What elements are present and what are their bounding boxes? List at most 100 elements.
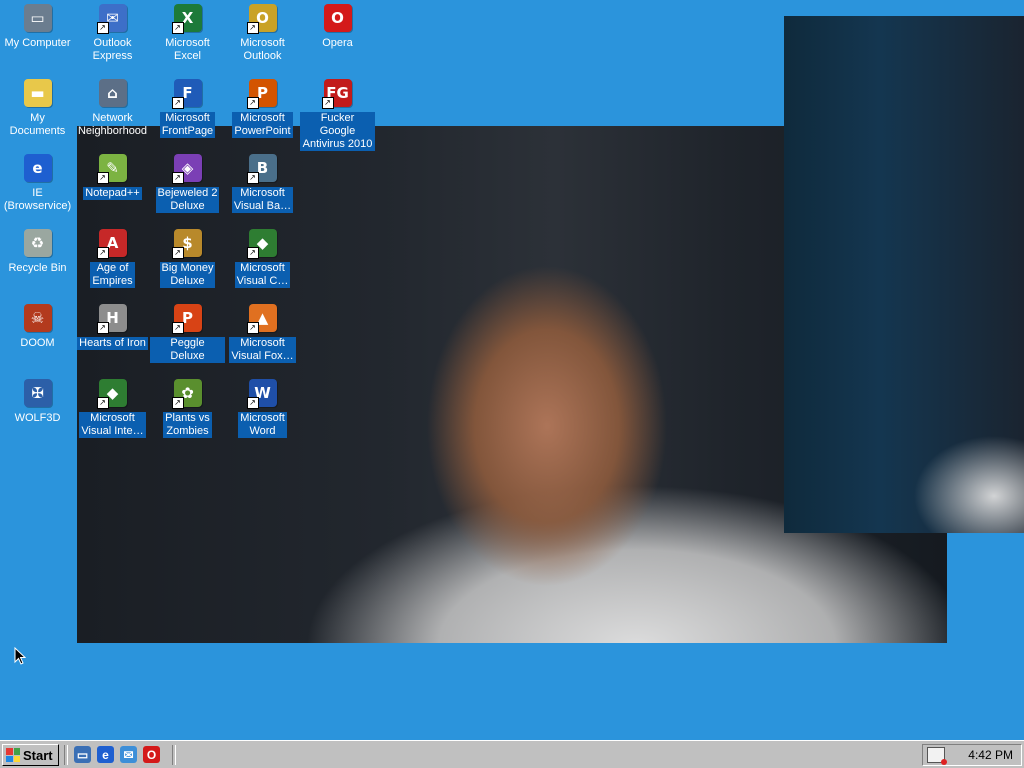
plants-vs-zombies-icon: ✿ ↗ (171, 377, 204, 409)
quick-launch-bar: ▭ e ✉ O (74, 746, 160, 763)
outlook-express-icon[interactable]: ✉ (120, 746, 137, 763)
desktop-icon[interactable]: O Opera (300, 0, 375, 72)
shortcut-arrow-icon: ↗ (96, 397, 109, 409)
desktop-icon-label: Network Neighborhood (77, 112, 148, 137)
recycle-bin-icon-glyph: ♻ (23, 229, 52, 257)
desktop-icon[interactable]: B ↗ Microsoft Visual Ba… (225, 150, 300, 222)
desktop-icon[interactable]: ▬ My Documents (0, 75, 75, 147)
age-of-empires-icon: A ↗ (96, 227, 129, 259)
desktop-icon[interactable]: H ↗ Hearts of Iron (75, 300, 150, 372)
opera-icon: O (322, 2, 354, 34)
peggle-icon: P ↗ (171, 302, 204, 334)
clock[interactable]: 4:42 PM (968, 748, 1013, 762)
excel-icon: X ↗ (171, 2, 204, 34)
ie-icon: e (22, 152, 54, 184)
folder-icon-glyph: ▬ (23, 79, 52, 107)
powerpoint-icon: P ↗ (246, 77, 279, 109)
taskbar-separator (64, 745, 68, 765)
shortcut-arrow-icon: ↗ (171, 322, 184, 334)
shortcut-arrow-icon: ↗ (96, 247, 109, 259)
desktop-icon[interactable]: FG ↗ Fucker Google Antivirus 2010 (300, 75, 375, 151)
shortcut-arrow-icon: ↗ (96, 172, 109, 184)
desktop-icon-label: IE (Browservice) (3, 187, 72, 212)
desktop-icon[interactable]: ▭ My Computer (0, 0, 75, 72)
shortcut-arrow-icon: ↗ (96, 22, 109, 34)
computer-icon-glyph: ▭ (23, 4, 52, 32)
desktop-icon[interactable]: P ↗ Peggle Deluxe (150, 300, 225, 372)
desktop-icon[interactable]: e IE (Browservice) (0, 150, 75, 222)
desktop-icon-label: Bejeweled 2 Deluxe (155, 187, 220, 213)
desktop-icon-label: Opera (322, 37, 353, 49)
desktop-icon-label: WOLF3D (14, 412, 61, 424)
desktop-icon-label: Age of Empires (90, 262, 135, 288)
desktop[interactable]: ▭ My Computer ▬ My Documents e IE (Browservic… (0, 0, 1024, 740)
desktop-icon[interactable]: ◈ ↗ Bejeweled 2 Deluxe (150, 150, 225, 222)
visual-basic-icon: B ↗ (246, 152, 279, 184)
shortcut-arrow-icon: ↗ (246, 397, 259, 409)
wolf3d-icon-glyph: ✠ (23, 379, 52, 407)
visual-interdev-icon: ◆ ↗ (96, 377, 129, 409)
desktop-icon[interactable]: W ↗ Microsoft Word (225, 375, 300, 447)
shortcut-arrow-icon: ↗ (171, 22, 184, 34)
visual-cpp-icon: ◆ ↗ (246, 227, 279, 259)
shortcut-arrow-icon: ↗ (246, 22, 259, 34)
visual-foxpro-icon: ▲ ↗ (246, 302, 279, 334)
show-desktop-icon[interactable]: ▭ (74, 746, 91, 763)
opera-icon[interactable]: O (143, 746, 160, 763)
outlook-express-icon: ✉ ↗ (96, 2, 129, 34)
desktop-icon[interactable]: ☠ DOOM (0, 300, 75, 372)
start-label: Start (23, 747, 53, 763)
start-button[interactable]: Start (2, 744, 59, 766)
bejeweled-icon: ◈ ↗ (171, 152, 204, 184)
scheduler-icon[interactable] (927, 747, 947, 765)
desktop-icon-label: My Computer (4, 37, 71, 49)
folder-icon: ▬ (22, 77, 54, 109)
mouse-cursor-icon (14, 647, 26, 665)
windows-logo-icon (6, 748, 20, 762)
desktop-icon[interactable]: ✠ WOLF3D (0, 375, 75, 447)
desktop-icon[interactable]: ♻ Recycle Bin (0, 225, 75, 297)
desktop-icon-label: Peggle Deluxe (150, 337, 225, 363)
desktop-icon-label: Outlook Express (92, 37, 133, 62)
desktop-icon[interactable]: X ↗ Microsoft Excel (150, 0, 225, 72)
desktop-icon[interactable]: P ↗ Microsoft PowerPoint (225, 75, 300, 147)
desktop-icon[interactable]: ✿ ↗ Plants vs Zombies (150, 375, 225, 447)
desktop-icon[interactable]: ◆ ↗ Microsoft Visual Inte… (75, 375, 150, 447)
desktop-icon[interactable]: A ↗ Age of Empires (75, 225, 150, 297)
desktop-icon[interactable]: ⌂ Network Neighborhood (75, 75, 150, 147)
desktop-icon-label: Big Money Deluxe (159, 262, 216, 288)
desktop-icon-label: Microsoft Outlook (240, 37, 285, 62)
desktop-icon[interactable]: F ↗ Microsoft FrontPage (150, 75, 225, 147)
desktop-icon[interactable]: ✉ ↗ Outlook Express (75, 0, 150, 72)
outlook-icon: O ↗ (246, 2, 279, 34)
desktop-icon[interactable]: O ↗ Microsoft Outlook (225, 0, 300, 72)
desktop-icon-label: Notepad++ (83, 187, 142, 200)
shortcut-arrow-icon: ↗ (246, 322, 259, 334)
shortcut-arrow-icon: ↗ (171, 397, 184, 409)
wallpaper-photo-fragment (784, 16, 1024, 533)
antivirus-icon: FG ↗ (321, 77, 354, 109)
system-tray: 4:42 PM (922, 744, 1022, 766)
doom-icon: ☠ (22, 302, 54, 334)
opera-icon-glyph: O (323, 4, 352, 32)
desktop-icon-label: Microsoft Visual C… (234, 262, 291, 288)
wolf3d-icon: ✠ (22, 377, 54, 409)
desktop-icon-label: Microsoft FrontPage (159, 112, 216, 138)
desktop-icon[interactable]: ◆ ↗ Microsoft Visual C… (225, 225, 300, 297)
ie-icon[interactable]: e (97, 746, 114, 763)
shortcut-arrow-icon: ↗ (246, 97, 259, 109)
shortcut-arrow-icon: ↗ (246, 247, 259, 259)
shortcut-arrow-icon: ↗ (96, 322, 109, 334)
shortcut-arrow-icon: ↗ (246, 172, 259, 184)
network-icon: ⌂ (97, 77, 129, 109)
shortcut-arrow-icon: ↗ (321, 97, 334, 109)
desktop-icon[interactable]: ▲ ↗ Microsoft Visual Fox… (225, 300, 300, 372)
hearts-of-iron-icon: H ↗ (96, 302, 129, 334)
taskbar-separator (172, 745, 176, 765)
desktop-icon-label: Fucker Google Antivirus 2010 (300, 112, 375, 151)
desktop-icon-label: Recycle Bin (8, 262, 67, 274)
desktop-icon-label: My Documents (9, 112, 66, 137)
desktop-icon[interactable]: ✎ ↗ Notepad++ (75, 150, 150, 222)
desktop-icon[interactable]: $ ↗ Big Money Deluxe (150, 225, 225, 297)
computer-icon: ▭ (22, 2, 54, 34)
